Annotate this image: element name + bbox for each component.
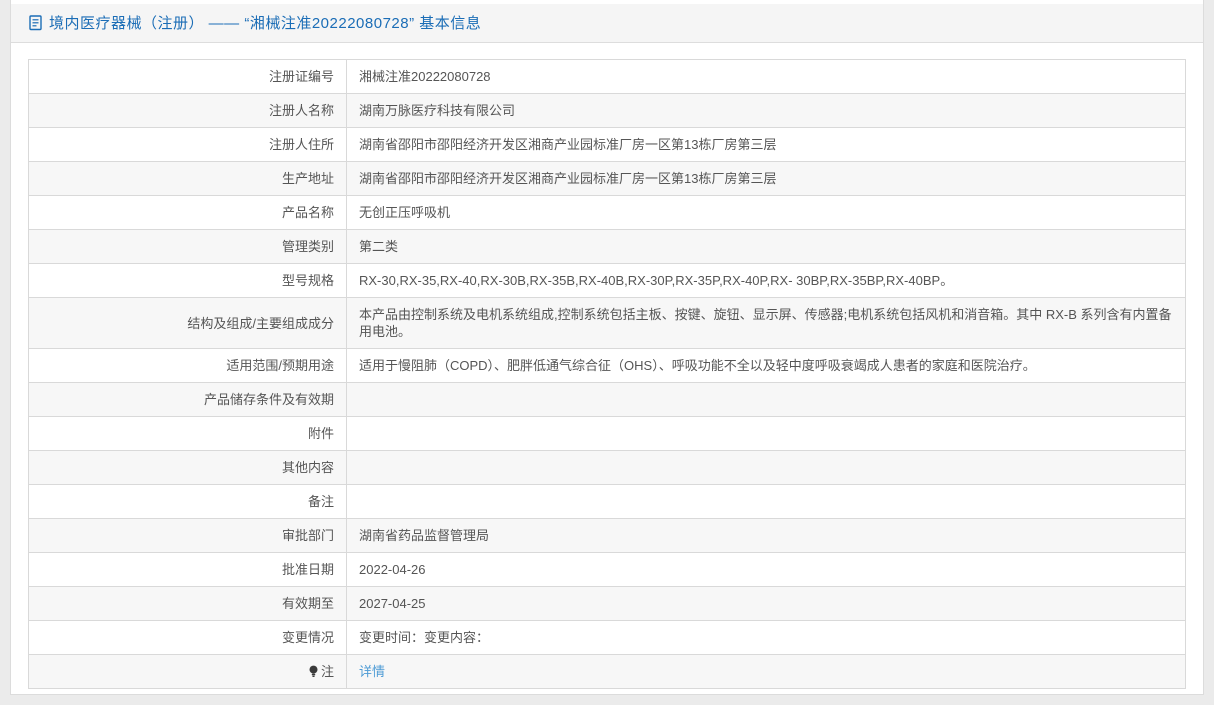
registration-info-table-wrap: 注册证编号 湘械注准20222080728 注册人名称 湖南万脉医疗科技有限公司… — [11, 43, 1203, 705]
row-value: 第二类 — [346, 229, 1186, 264]
row-label: 有效期至 — [28, 586, 347, 621]
row-value — [346, 484, 1186, 519]
table-row: 结构及组成/主要组成成分 本产品由控制系统及电机系统组成,控制系统包括主板、按键… — [28, 297, 1186, 349]
row-label: 备注 — [28, 484, 347, 519]
row-value: 湘械注准20222080728 — [346, 59, 1186, 94]
row-value: 2027-04-25 — [346, 586, 1186, 621]
table-row: 审批部门 湖南省药品监督管理局 — [28, 518, 1186, 553]
table-row: 有效期至 2027-04-25 — [28, 586, 1186, 621]
row-label: 注册人住所 — [28, 127, 347, 162]
row-value: RX-30,RX-35,RX-40,RX-30B,RX-35B,RX-40B,R… — [346, 263, 1186, 298]
row-label: 型号规格 — [28, 263, 347, 298]
table-row-note: 注 详情 — [28, 654, 1186, 689]
row-label: 注册证编号 — [28, 59, 347, 94]
row-label: 管理类别 — [28, 229, 347, 264]
table-row: 适用范围/预期用途 适用于慢阻肺（COPD）、肥胖低通气综合征（OHS）、呼吸功… — [28, 348, 1186, 383]
row-label-note: 注 — [28, 654, 347, 689]
registration-info-table: 注册证编号 湘械注准20222080728 注册人名称 湖南万脉医疗科技有限公司… — [28, 59, 1186, 689]
details-link[interactable]: 详情 — [359, 664, 385, 679]
table-row: 型号规格 RX-30,RX-35,RX-40,RX-30B,RX-35B,RX-… — [28, 263, 1186, 298]
row-value: 变更时间：变更内容： — [346, 620, 1186, 655]
row-label: 适用范围/预期用途 — [28, 348, 347, 383]
table-row: 产品储存条件及有效期 — [28, 382, 1186, 417]
row-label: 批准日期 — [28, 552, 347, 587]
row-value: 无创正压呼吸机 — [346, 195, 1186, 230]
row-label: 附件 — [28, 416, 347, 451]
table-row: 其他内容 — [28, 450, 1186, 485]
row-label: 结构及组成/主要组成成分 — [28, 297, 347, 349]
row-label: 产品储存条件及有效期 — [28, 382, 347, 417]
row-value: 2022-04-26 — [346, 552, 1186, 587]
row-label: 其他内容 — [28, 450, 347, 485]
table-row: 注册证编号 湘械注准20222080728 — [28, 59, 1186, 94]
table-row: 附件 — [28, 416, 1186, 451]
row-value: 本产品由控制系统及电机系统组成,控制系统包括主板、按键、旋钮、显示屏、传感器;电… — [346, 297, 1186, 349]
row-label: 变更情况 — [28, 620, 347, 655]
document-icon — [29, 14, 43, 31]
table-row: 产品名称 无创正压呼吸机 — [28, 195, 1186, 230]
row-value — [346, 382, 1186, 417]
table-row: 注册人住所 湖南省邵阳市邵阳经济开发区湘商产业园标准厂房一区第13栋厂房第三层 — [28, 127, 1186, 162]
row-value — [346, 416, 1186, 451]
note-label-text: 注 — [320, 664, 334, 679]
row-value: 湖南省邵阳市邵阳经济开发区湘商产业园标准厂房一区第13栋厂房第三层 — [346, 127, 1186, 162]
row-value — [346, 450, 1186, 485]
row-label: 生产地址 — [28, 161, 347, 196]
row-label: 注册人名称 — [28, 93, 347, 128]
row-value: 湖南万脉医疗科技有限公司 — [346, 93, 1186, 128]
page-title: 境内医疗器械（注册） —— “湘械注准20222080728” 基本信息 — [49, 15, 482, 32]
row-value-note: 详情 — [346, 654, 1186, 689]
row-value: 适用于慢阻肺（COPD）、肥胖低通气综合征（OHS）、呼吸功能不全以及轻中度呼吸… — [346, 348, 1186, 383]
page-header: 境内医疗器械（注册） —— “湘械注准20222080728” 基本信息 — [11, 4, 1203, 43]
table-row: 备注 — [28, 484, 1186, 519]
content-panel: 境内医疗器械（注册） —— “湘械注准20222080728” 基本信息 注册证… — [10, 0, 1204, 695]
table-row: 生产地址 湖南省邵阳市邵阳经济开发区湘商产业园标准厂房一区第13栋厂房第三层 — [28, 161, 1186, 196]
table-row: 变更情况 变更时间：变更内容： — [28, 620, 1186, 655]
table-row: 注册人名称 湖南万脉医疗科技有限公司 — [28, 93, 1186, 128]
table-row: 管理类别 第二类 — [28, 229, 1186, 264]
table-row: 批准日期 2022-04-26 — [28, 552, 1186, 587]
row-label: 产品名称 — [28, 195, 347, 230]
row-label: 审批部门 — [28, 518, 347, 553]
lightbulb-icon — [308, 665, 319, 678]
row-value: 湖南省药品监督管理局 — [346, 518, 1186, 553]
row-value: 湖南省邵阳市邵阳经济开发区湘商产业园标准厂房一区第13栋厂房第三层 — [346, 161, 1186, 196]
